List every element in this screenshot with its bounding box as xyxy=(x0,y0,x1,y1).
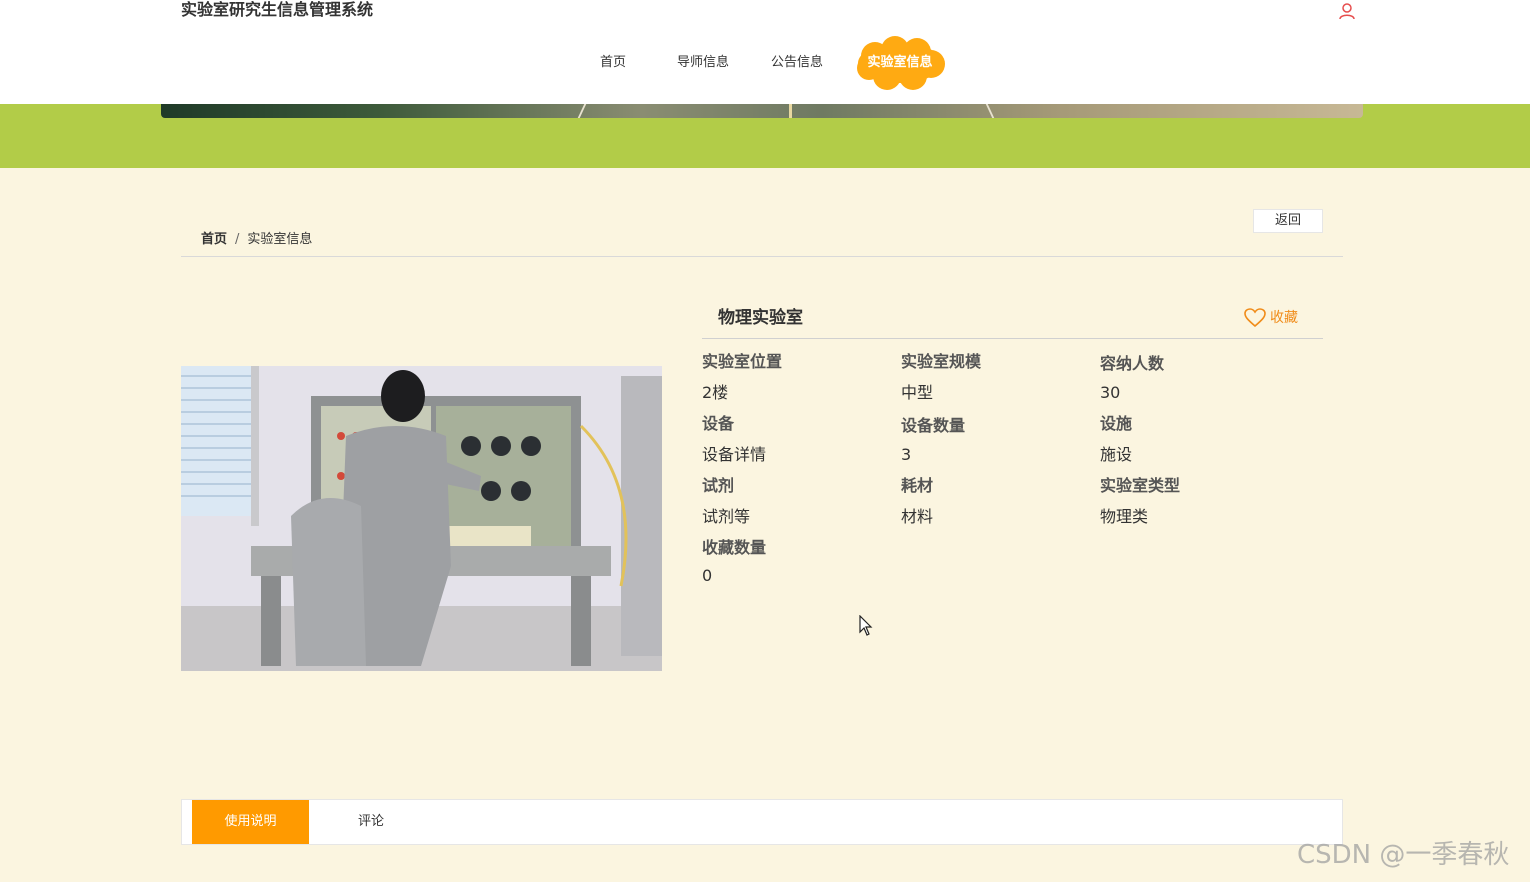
mouse-cursor-icon xyxy=(859,614,873,641)
field-label-lab-type: 实验室类型 xyxy=(1100,476,1181,495)
field-label-equipment-count: 设备数量 xyxy=(901,416,966,435)
nav-item-home[interactable]: 首页 xyxy=(600,54,626,72)
detail-divider xyxy=(702,338,1323,339)
nav-item-announcements[interactable]: 公告信息 xyxy=(771,54,823,72)
field-label-location: 实验室位置 xyxy=(702,352,783,371)
back-button[interactable]: 返回 xyxy=(1253,209,1323,233)
favorite-label: 收藏 xyxy=(1270,310,1298,326)
field-value-scale: 中型 xyxy=(901,383,934,402)
field-label-scale: 实验室规模 xyxy=(901,352,982,371)
lab-photo xyxy=(181,366,662,671)
breadcrumb: 首页 / 实验室信息 xyxy=(201,231,312,249)
field-label-capacity: 容纳人数 xyxy=(1100,354,1165,373)
field-value-location: 2楼 xyxy=(702,383,729,402)
field-value-capacity: 30 xyxy=(1100,383,1121,402)
divider xyxy=(181,256,1343,257)
breadcrumb-separator: / xyxy=(235,232,240,247)
field-label-consumables: 耗材 xyxy=(901,476,934,495)
field-label-reagents: 试剂 xyxy=(702,476,735,495)
favorite-button[interactable]: 收藏 xyxy=(1244,307,1298,329)
detail-tabs: 使用说明 评论 xyxy=(181,799,1343,845)
watermark: CSDN @一季春秋 xyxy=(1297,840,1510,870)
field-label-equipment: 设备 xyxy=(702,414,735,433)
field-value-favorite-count: 0 xyxy=(702,566,713,585)
nav-item-lab-info[interactable]: 实验室信息 xyxy=(853,36,947,92)
nav-item-lab-info-label: 实验室信息 xyxy=(867,55,933,70)
tab-usage-instructions[interactable]: 使用说明 xyxy=(192,800,309,844)
field-label-facilities: 设施 xyxy=(1100,414,1133,433)
nav-item-tutor-info[interactable]: 导师信息 xyxy=(677,54,729,72)
main-nav: 首页 导师信息 公告信息 实验室信息 xyxy=(0,36,1530,92)
tab-comments[interactable]: 评论 xyxy=(358,800,384,844)
field-value-consumables: 材料 xyxy=(901,507,934,526)
banner-image xyxy=(161,104,1363,118)
site-title: 实验室研究生信息管理系统 xyxy=(181,0,374,19)
site-header: 实验室研究生信息管理系统 首页 导师信息 公告信息 实验室信息 xyxy=(0,0,1530,104)
breadcrumb-home[interactable]: 首页 xyxy=(201,232,227,247)
field-value-lab-type: 物理类 xyxy=(1100,507,1149,526)
field-label-favorite-count: 收藏数量 xyxy=(702,538,767,557)
field-value-reagents: 试剂等 xyxy=(702,507,751,526)
breadcrumb-current: 实验室信息 xyxy=(247,232,313,247)
user-icon[interactable] xyxy=(1338,2,1356,20)
heart-icon xyxy=(1244,308,1266,328)
field-value-facilities: 施设 xyxy=(1100,445,1133,464)
field-value-equipment-count: 3 xyxy=(901,445,912,464)
lab-title: 物理实验室 xyxy=(718,308,803,328)
field-value-equipment: 设备详情 xyxy=(702,445,767,464)
